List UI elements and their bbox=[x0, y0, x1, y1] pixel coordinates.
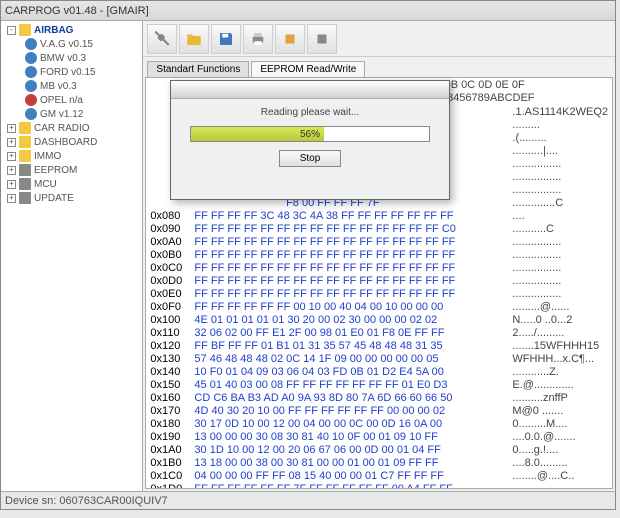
hex-row: 0x1A030 1D 10 00 12 00 20 06 67 06 00 0D… bbox=[150, 444, 608, 457]
tree-label: GM v1.12 bbox=[40, 109, 83, 120]
tree-item-bmw-v0-3[interactable]: BMW v0.3 bbox=[3, 51, 140, 65]
hex-header: 0A 0B 0C 0D 0E 0F 0123456789ABCDEF bbox=[429, 79, 608, 105]
hex-row: 0x18030 17 0D 10 00 12 00 04 00 00 0C 00… bbox=[150, 418, 608, 431]
hex-row: 0x0B0FF FF FF FF FF FF FF FF FF FF FF FF… bbox=[150, 249, 608, 262]
titlebar[interactable]: CARPROG v01.48 - [GMAIR] bbox=[1, 1, 615, 21]
tree-item-car-radio[interactable]: + CAR RADIO bbox=[3, 121, 140, 135]
hex-row: 0x090FF FF FF FF FF FF FF FF FF FF FF FF… bbox=[150, 223, 608, 236]
hex-row: 0x14010 F0 01 04 09 03 06 04 03 FD 0B 01… bbox=[150, 366, 608, 379]
tree-label: OPEL n/a bbox=[40, 95, 83, 106]
tree-label: MCU bbox=[34, 179, 57, 190]
open-icon[interactable] bbox=[179, 24, 209, 54]
expand-icon[interactable]: + bbox=[7, 166, 16, 175]
dot-b-icon bbox=[25, 66, 37, 78]
hex-row: 0x0A0FF FF FF FF FF FF FF FF FF FF FF FF… bbox=[150, 236, 608, 249]
device-sn: Device sn: 060763CAR00IQUIV7 bbox=[5, 495, 168, 507]
tools-icon[interactable] bbox=[147, 24, 177, 54]
hex-row: 0x19013 00 00 00 30 08 30 81 40 10 0F 00… bbox=[150, 431, 608, 444]
tree-label: FORD v0.15 bbox=[40, 67, 96, 78]
tree-label: IMMO bbox=[34, 151, 61, 162]
window-title: CARPROG v01.48 - [GMAIR] bbox=[5, 5, 149, 17]
folder-y-icon bbox=[19, 122, 31, 134]
tree-item-gm-v1-12[interactable]: GM v1.12 bbox=[3, 107, 140, 121]
progress-dialog: Reading please wait... 56% Stop bbox=[170, 80, 450, 200]
hex-row: 0x1C004 00 00 00 FF FF 08 15 40 00 00 01… bbox=[150, 470, 608, 483]
tree-item-airbag[interactable]: - AIRBAG bbox=[3, 23, 140, 37]
tree-label: BMW v0.3 bbox=[40, 53, 86, 64]
tree-label: EEPROM bbox=[34, 165, 77, 176]
folder-y-icon bbox=[19, 150, 31, 162]
tree-label: UPDATE bbox=[34, 193, 74, 204]
tab-standart-functions[interactable]: Standart Functions bbox=[147, 61, 249, 77]
tree-label: V.A.G v0.15 bbox=[40, 39, 93, 50]
expand-icon[interactable]: + bbox=[7, 152, 16, 161]
tab-bar: Standart FunctionsEEPROM Read/Write bbox=[143, 57, 615, 77]
tree-label: CAR RADIO bbox=[34, 123, 90, 134]
hex-row: 0x11032 06 02 00 FF E1 2F 00 98 01 E0 01… bbox=[150, 327, 608, 340]
chip2-icon[interactable] bbox=[307, 24, 337, 54]
hex-row: 0x1D0FF FF FF FF FF FF 7F FF FF FF FF FF… bbox=[150, 483, 608, 489]
tree-item-immo[interactable]: + IMMO bbox=[3, 149, 140, 163]
hex-row: 0x080FF FF FF FF 3C 48 3C 4A 38 FF FF FF… bbox=[150, 210, 608, 223]
expand-icon[interactable]: + bbox=[7, 194, 16, 203]
dot-b-icon bbox=[25, 108, 37, 120]
toolbar bbox=[143, 21, 615, 57]
app-window: CARPROG v01.48 - [GMAIR] - AIRBAG V.A.G v0… bbox=[0, 0, 616, 510]
tree-item-eeprom[interactable]: + EEPROM bbox=[3, 163, 140, 177]
hex-row: 0x13057 46 48 48 48 02 0C 14 1F 09 00 00… bbox=[150, 353, 608, 366]
progress-bar: 56% bbox=[190, 126, 430, 142]
expand-icon[interactable]: + bbox=[7, 138, 16, 147]
hex-row: 0x120FF BF FF FF 01 B1 01 31 35 57 45 48… bbox=[150, 340, 608, 353]
tab-eeprom-read-write[interactable]: EEPROM Read/Write bbox=[251, 61, 365, 77]
hex-row: 0x160CD C6 BA B3 AD A0 9A 93 8D 80 7A 6D… bbox=[150, 392, 608, 405]
print-icon[interactable] bbox=[243, 24, 273, 54]
folder-y-icon bbox=[19, 136, 31, 148]
statusbar: Device sn: 060763CAR00IQUIV7 bbox=[1, 491, 615, 509]
folder-y-icon bbox=[19, 24, 31, 36]
expand-icon[interactable]: + bbox=[7, 180, 16, 189]
tree-label: AIRBAG bbox=[34, 25, 73, 36]
dot-b-icon bbox=[25, 52, 37, 64]
dot-r-icon bbox=[25, 94, 37, 106]
dot-b-icon bbox=[25, 80, 37, 92]
tree-item-ford-v0-15[interactable]: FORD v0.15 bbox=[3, 65, 140, 79]
save-icon[interactable] bbox=[211, 24, 241, 54]
chip-icon bbox=[19, 178, 31, 190]
tree-item-v-a-g-v0-15[interactable]: V.A.G v0.15 bbox=[3, 37, 140, 51]
tree-item-mcu[interactable]: + MCU bbox=[3, 177, 140, 191]
hex-row: 0x0D0FF FF FF FF FF FF FF FF FF FF FF FF… bbox=[150, 275, 608, 288]
hex-row: 0x0F0FF FF FF FF FF FF 00 10 00 40 04 00… bbox=[150, 301, 608, 314]
stop-button[interactable]: Stop bbox=[279, 150, 342, 167]
chip-icon bbox=[19, 164, 31, 176]
tree-item-mb-v0-3[interactable]: MB v0.3 bbox=[3, 79, 140, 93]
tree-item-dashboard[interactable]: + DASHBOARD bbox=[3, 135, 140, 149]
hex-row: 0x1004E 01 01 01 01 01 30 20 00 02 30 00… bbox=[150, 314, 608, 327]
dialog-titlebar[interactable] bbox=[171, 81, 449, 99]
tree-item-opel-n-a[interactable]: OPEL n/a bbox=[3, 93, 140, 107]
hex-row: 0x15045 01 40 03 00 08 FF FF FF FF FF FF… bbox=[150, 379, 608, 392]
tree-item-update[interactable]: + UPDATE bbox=[3, 191, 140, 205]
hex-row: 0x1B013 18 00 00 38 00 30 81 00 00 01 00… bbox=[150, 457, 608, 470]
tree-label: DASHBOARD bbox=[34, 137, 97, 148]
expand-icon[interactable]: - bbox=[7, 26, 16, 35]
tree-label: MB v0.3 bbox=[40, 81, 77, 92]
hex-row: 0x0C0FF FF FF FF FF FF FF FF FF FF FF FF… bbox=[150, 262, 608, 275]
dot-b-icon bbox=[25, 38, 37, 50]
hex-row: 0x1704D 40 30 20 10 00 FF FF FF FF FF FF… bbox=[150, 405, 608, 418]
dialog-message: Reading please wait... bbox=[261, 107, 359, 118]
sidebar-tree[interactable]: - AIRBAG V.A.G v0.15 BMW v0.3 FORD v0.15 MB v… bbox=[1, 21, 143, 491]
hex-row: 0x0E0FF FF FF FF FF FF FF FF FF FF FF FF… bbox=[150, 288, 608, 301]
chip1-icon[interactable] bbox=[275, 24, 305, 54]
expand-icon[interactable]: + bbox=[7, 124, 16, 133]
progress-text: 56% bbox=[191, 127, 429, 143]
chip-icon bbox=[19, 192, 31, 204]
